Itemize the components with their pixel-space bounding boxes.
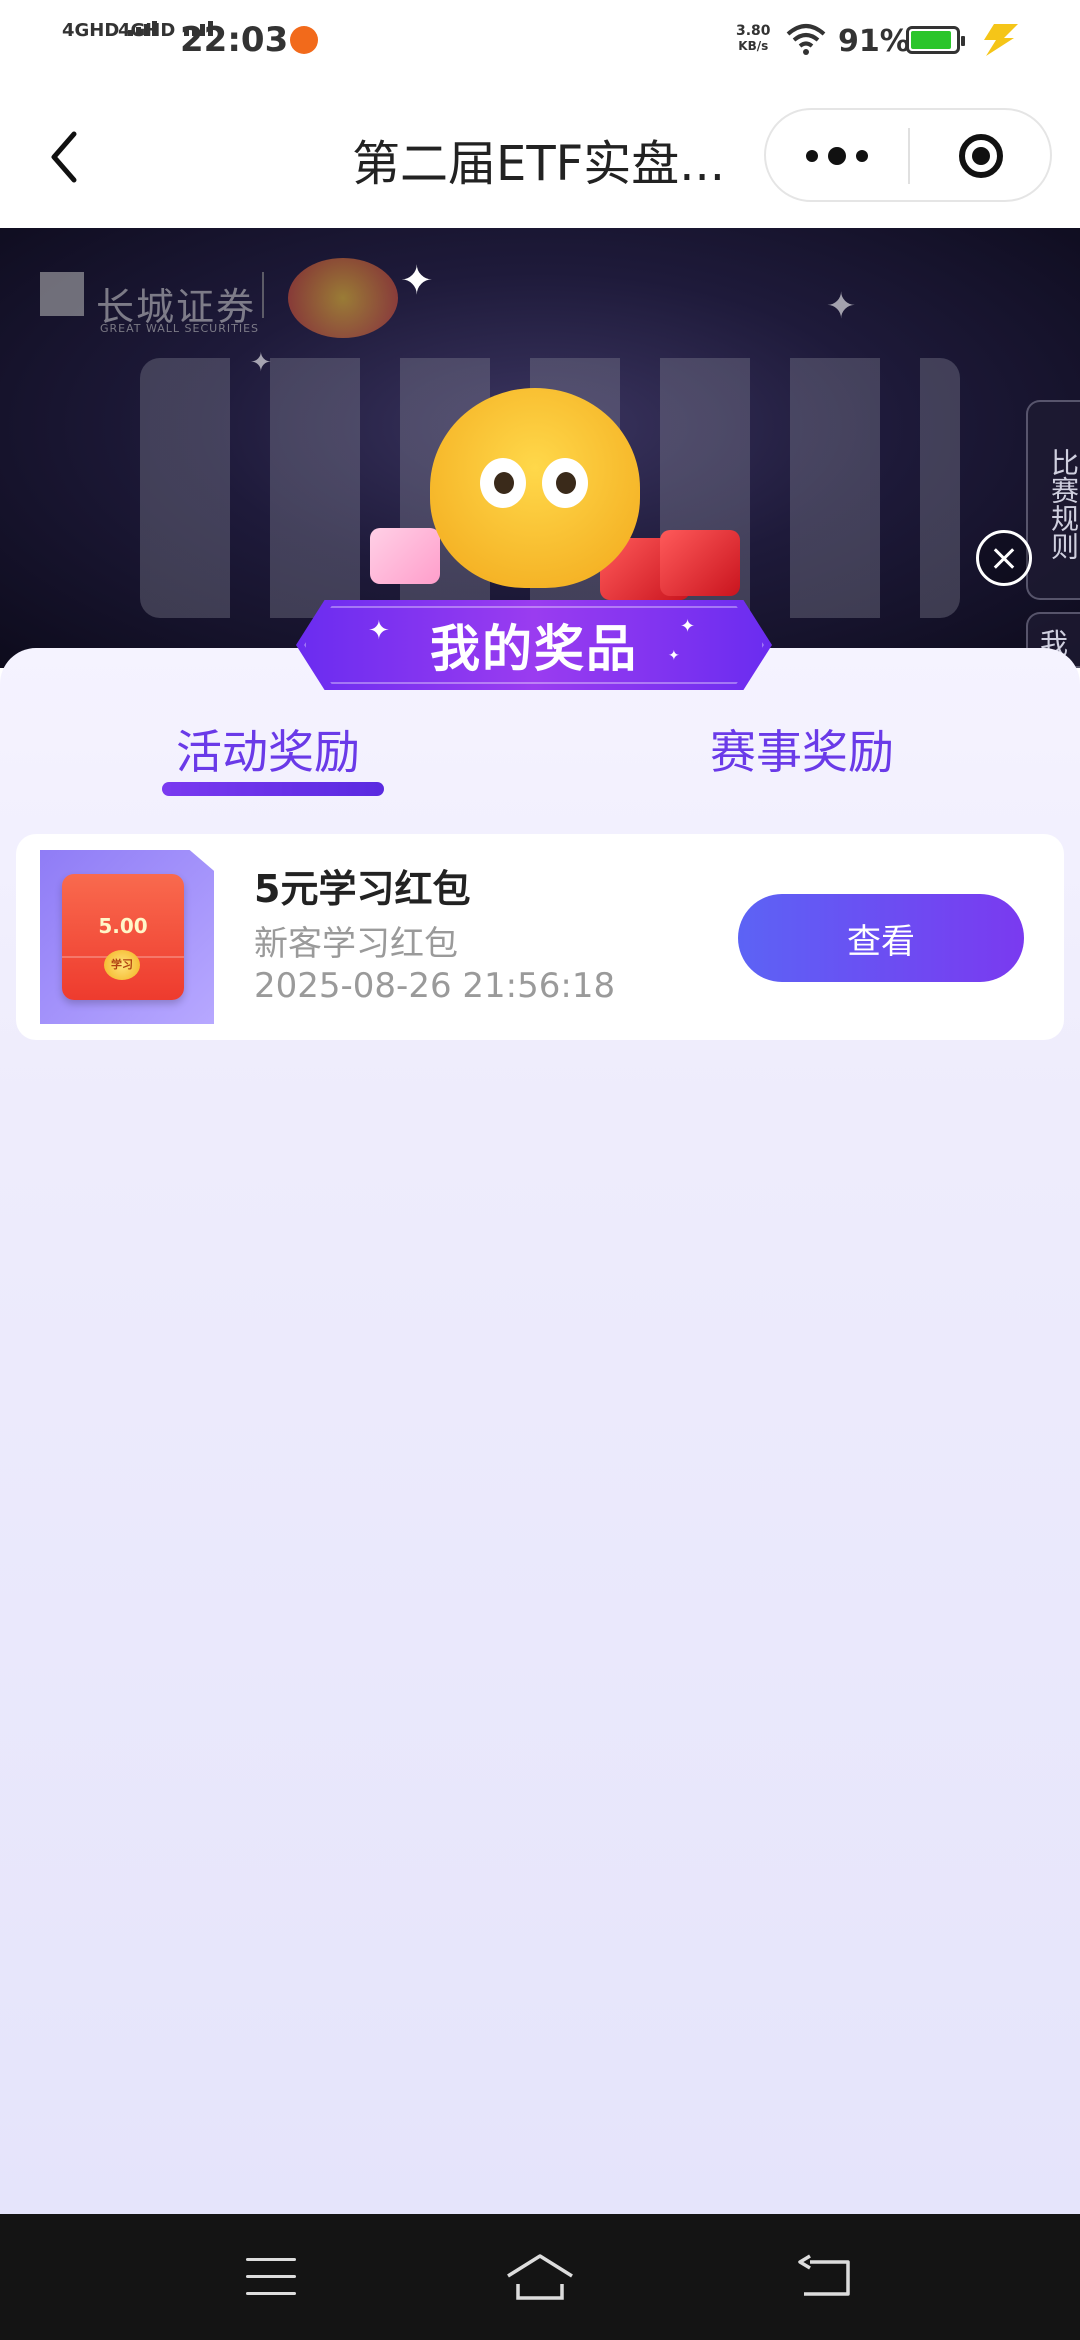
reward-timestamp: 2025-08-26 21:56:18 xyxy=(254,966,616,1006)
brand-subtitle: GREAT WALL SECURITIES xyxy=(100,322,260,335)
miniprogram-capsule xyxy=(764,108,1052,202)
close-icon[interactable] xyxy=(976,530,1032,586)
page-title: 第二届ETF实盘... xyxy=(352,136,726,192)
back-nav-icon[interactable] xyxy=(796,2254,852,2298)
view-reward-button[interactable]: 查看 xyxy=(738,894,1024,982)
home-icon[interactable] xyxy=(504,2250,576,2302)
reward-title: 5元学习红包 xyxy=(254,867,471,911)
target-circle-icon[interactable] xyxy=(910,110,1052,202)
red-packet-seal: 学习 xyxy=(104,950,140,980)
reward-thumbnail: 5.00 学习 xyxy=(40,850,214,1024)
reward-card: 5.00 学习 5元学习红包 新客学习红包 2025-08-26 21:56:1… xyxy=(16,834,1064,1040)
battery-icon xyxy=(906,26,965,54)
network-speed-value: 3.80 xyxy=(736,23,771,39)
red-packet-amount: 5.00 xyxy=(98,914,148,938)
red-packet-icon: 5.00 学习 xyxy=(62,874,184,1000)
sparkle-icon: ✦ xyxy=(400,258,434,304)
more-dots-icon[interactable] xyxy=(766,110,908,202)
network-speed-unit: KB/s xyxy=(738,39,769,53)
event-badge-icon xyxy=(288,258,398,338)
rules-side-tab[interactable]: 比赛规则 xyxy=(1026,400,1080,600)
status-bar: 4GHD 4GHD 22:03 3.80 KB/s 91% xyxy=(0,0,1080,82)
clock: 22:03 xyxy=(180,20,289,60)
sparkle-icon: ✦ xyxy=(680,616,696,637)
network-speed: 3.80 KB/s xyxy=(736,24,771,54)
sparkle-icon: ✦ xyxy=(368,616,390,646)
signal-label: 4GHD xyxy=(62,20,120,41)
red-envelope-icon xyxy=(660,530,740,596)
gift-box-icon xyxy=(370,528,440,584)
tab-active-indicator xyxy=(162,782,384,796)
wifi-icon xyxy=(786,24,826,55)
back-arrow-icon[interactable] xyxy=(40,122,100,192)
title-bar: 第二届ETF实盘... xyxy=(0,82,1080,228)
battery-percent: 91% xyxy=(838,24,910,59)
sparkle-icon: ✦ xyxy=(668,648,680,664)
brand-separator xyxy=(262,272,264,318)
notification-app-icon xyxy=(290,26,318,54)
sparkle-icon: ✦ xyxy=(826,286,857,327)
charging-icon xyxy=(984,24,1018,56)
signal-label: 4GHD xyxy=(118,20,176,41)
system-nav-bar xyxy=(0,2214,1080,2340)
tab-competition-rewards[interactable]: 赛事奖励 xyxy=(710,716,894,782)
tab-activity-rewards[interactable]: 活动奖励 xyxy=(176,716,360,782)
menu-icon[interactable] xyxy=(246,2258,296,2298)
mascot-icon xyxy=(430,388,640,588)
sparkle-icon: ✦ xyxy=(250,348,272,378)
reward-subtitle: 新客学习红包 xyxy=(254,924,458,964)
brand-logo-icon xyxy=(40,272,84,316)
